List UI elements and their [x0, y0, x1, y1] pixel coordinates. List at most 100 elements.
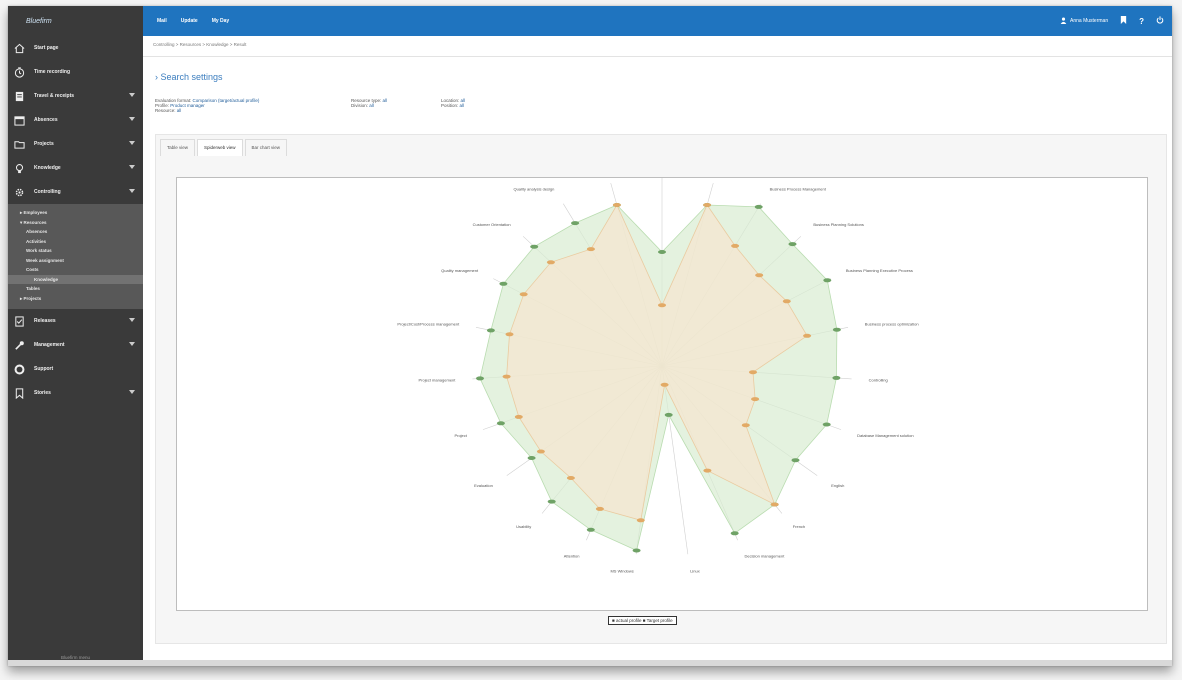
- radar-point: [823, 278, 832, 283]
- settings-col-1: Evaluation format: Comparison (target/ac…: [155, 98, 259, 113]
- bottom-border: [8, 660, 1172, 666]
- field-value: all: [176, 108, 182, 113]
- sub-navigation: ▸ Employees ▾ Resources Absences Activities…: [8, 204, 143, 309]
- user-icon: [1060, 17, 1067, 26]
- subnav-item[interactable]: Activities: [8, 237, 143, 247]
- radar-category-label: Business Process Management: [770, 187, 827, 192]
- radar-point: [731, 243, 740, 248]
- radar-point: [770, 502, 779, 507]
- radar-point: [595, 506, 604, 511]
- radar-point: [496, 421, 505, 426]
- top-link-update[interactable]: Update: [181, 18, 198, 24]
- radar-category-label: English: [831, 483, 844, 488]
- radar-point: [741, 423, 750, 428]
- subnav-item[interactable]: Knowledge: [8, 274, 143, 284]
- radar-point: [782, 299, 791, 304]
- sidebar-item-start-page[interactable]: Start page: [8, 36, 143, 60]
- radar-chart: AccessAdwordsBusiness Process Management…: [397, 156, 919, 574]
- radar-point: [486, 328, 495, 333]
- radar-point: [664, 412, 673, 417]
- top-link-mail[interactable]: Mail: [157, 18, 167, 24]
- subnav-item[interactable]: Week assignment: [8, 256, 143, 266]
- radar-point: [754, 204, 763, 209]
- subnav-item[interactable]: Absences: [8, 227, 143, 237]
- chevron-down-icon: [129, 318, 135, 322]
- chevron-down-icon: [129, 165, 135, 169]
- radar-point: [791, 458, 800, 463]
- radar-point: [703, 203, 712, 207]
- radar-point: [612, 203, 621, 207]
- bookmark-icon[interactable]: [1120, 16, 1127, 26]
- sidebar-item-label: Controlling: [34, 189, 61, 195]
- sidebar-item-travel-receipts[interactable]: Travel & receipts: [8, 84, 143, 108]
- top-bar: Mail Update My Day Anna Musterman ?: [143, 6, 1172, 36]
- field-label: Resource:: [155, 108, 176, 113]
- subnav-item[interactable]: Work status: [8, 246, 143, 256]
- top-link-my-day[interactable]: My Day: [212, 18, 230, 24]
- bookmark-icon: [12, 386, 26, 400]
- radar-point: [527, 456, 536, 460]
- tab-spiderweb-view[interactable]: Spiderweb view: [197, 139, 243, 156]
- chevron-down-icon: [129, 141, 135, 145]
- sidebar-item-support[interactable]: Support: [8, 357, 143, 381]
- tools-icon: [12, 338, 26, 352]
- subnav-item[interactable]: ▾ Resources: [8, 218, 143, 228]
- radar-category-label: Quality management: [441, 268, 479, 273]
- sidebar-item-label: Support: [34, 366, 54, 372]
- radar-category-label: MS Windows: [610, 569, 633, 574]
- sidebar-item-releases[interactable]: Releases: [8, 309, 143, 333]
- radar-point: [755, 273, 764, 278]
- page-title: Search settings: [160, 72, 223, 82]
- sidebar: Bluefirm Start page Time recording Travel …: [8, 6, 143, 666]
- power-icon[interactable]: [1156, 16, 1164, 26]
- sidebar-item-management[interactable]: Management: [8, 333, 143, 357]
- search-settings-toggle[interactable]: › Search settings: [155, 72, 223, 82]
- sidebar-item-label: Releases: [34, 318, 56, 324]
- subnav-item[interactable]: ▸ Employees: [8, 208, 143, 218]
- radar-category-label: Customer Orientation: [473, 222, 511, 227]
- sidebar-item-projects[interactable]: Projects: [8, 132, 143, 156]
- radar-category-label: Quality analysis design: [513, 187, 554, 192]
- radar-category-label: Business process optimization: [865, 321, 919, 326]
- radar-point: [658, 250, 666, 254]
- tab-table-view[interactable]: Table view: [160, 139, 196, 156]
- sidebar-item-time-recording[interactable]: Time recording: [8, 60, 143, 84]
- tab-bar-chart-view[interactable]: Bar chart view: [244, 139, 288, 156]
- folder-icon: [12, 137, 26, 151]
- field-label: Position:: [441, 103, 459, 108]
- sidebar-item-controlling[interactable]: Controlling: [8, 180, 143, 204]
- field-value: all: [382, 98, 388, 103]
- clock-icon: [12, 65, 26, 79]
- radar-point: [632, 548, 641, 553]
- user-menu[interactable]: Anna Musterman: [1060, 17, 1108, 26]
- chart-legend[interactable]: ■ actual profile ■ Target profile: [608, 616, 677, 625]
- subnav-item[interactable]: ▸ Projects: [8, 294, 143, 304]
- radar-point: [803, 333, 812, 338]
- radar-point: [586, 527, 595, 532]
- sidebar-item-absences[interactable]: Absences: [8, 108, 143, 132]
- breadcrumb[interactable]: Controlling > Resources > Knowledge > Re…: [153, 42, 246, 47]
- subnav-item[interactable]: Tables: [8, 284, 143, 294]
- sidebar-item-label: Management: [34, 342, 65, 348]
- field-value: all: [459, 103, 465, 108]
- field-value: all: [369, 103, 374, 108]
- chevron-down-icon: [129, 117, 135, 121]
- sidebar-item-knowledge[interactable]: Knowledge: [8, 156, 143, 180]
- subnav-item[interactable]: Costs: [8, 265, 143, 275]
- settings-col-2: Resource type: all Division: all: [351, 98, 387, 108]
- sidebar-item-label: Stories: [34, 390, 51, 396]
- help-icon[interactable]: ?: [1139, 17, 1144, 26]
- radar-point: [499, 281, 508, 286]
- app-window: Bluefirm Start page Time recording Travel …: [8, 6, 1172, 666]
- radar-point: [519, 292, 528, 297]
- radar-point: [832, 375, 841, 380]
- chevron-down-icon: [129, 342, 135, 346]
- sidebar-item-label: Time recording: [34, 69, 71, 75]
- radar-point: [514, 414, 523, 419]
- radar-point: [530, 244, 539, 249]
- sidebar-item-stories[interactable]: Stories: [8, 381, 143, 405]
- results-panel: Table view Spiderweb view Bar chart view…: [155, 134, 1167, 644]
- radar-point: [476, 376, 484, 381]
- radar-point: [788, 242, 797, 247]
- app-logo[interactable]: Bluefirm: [8, 6, 143, 36]
